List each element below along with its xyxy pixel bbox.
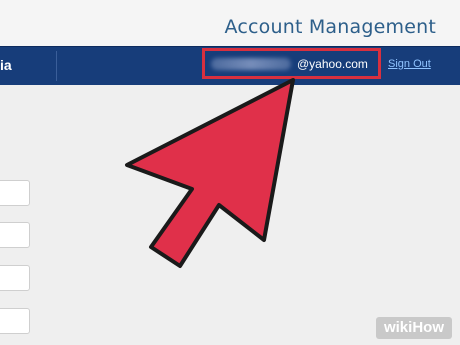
navbar-label: ia xyxy=(0,57,12,73)
form-field[interactable] xyxy=(0,180,30,206)
navbar-divider xyxy=(56,51,57,81)
account-email[interactable]: @yahoo.com xyxy=(202,48,381,79)
sign-out-link[interactable]: Sign Out xyxy=(388,58,431,70)
main-content xyxy=(0,85,460,345)
form-field[interactable] xyxy=(0,222,30,248)
form-field[interactable] xyxy=(0,308,30,334)
watermark: wikiHow xyxy=(375,317,452,339)
page-title: Account Management xyxy=(224,16,436,38)
watermark-how: How xyxy=(412,319,444,336)
form-field[interactable] xyxy=(0,265,30,291)
blurred-username xyxy=(211,57,291,70)
email-domain: @yahoo.com xyxy=(297,56,368,71)
watermark-wiki: wiki xyxy=(383,319,413,336)
header: Account Management xyxy=(0,0,460,46)
